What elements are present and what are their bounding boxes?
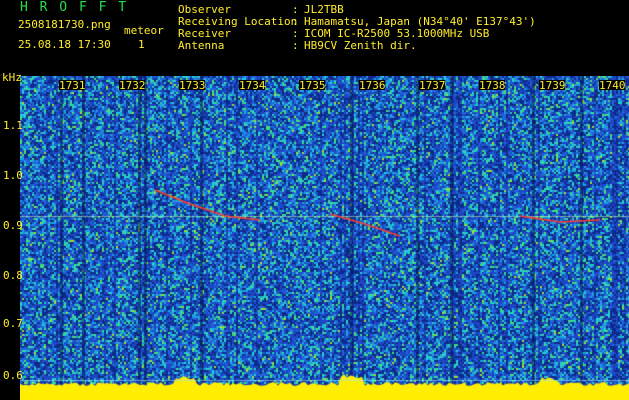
time-tick-label: 1732 [119, 79, 146, 92]
y-tick-label: 0.7 [3, 317, 23, 330]
y-tick-label: 0.9 [3, 219, 23, 232]
time-tick-label: 1735 [299, 79, 326, 92]
antenna-value: HB9CV Zenith dir. [304, 39, 417, 52]
y-axis-unit: kHz [2, 71, 22, 84]
time-tick-label: 1733 [179, 79, 206, 92]
event-type-label: meteor [124, 24, 164, 37]
time-tick-label: 1734 [239, 79, 266, 92]
app-brand: H R O F F T [20, 0, 129, 15]
capture-datetime: 25.08.18 17:30 [18, 38, 111, 51]
y-tick-label: 1.1 [3, 119, 23, 132]
time-tick-label: 1739 [539, 79, 566, 92]
spectrogram-canvas [20, 76, 629, 400]
time-tick-label: 1736 [359, 79, 386, 92]
y-tick-label: 1.0 [3, 169, 23, 182]
time-tick-label: 1738 [479, 79, 506, 92]
time-tick-label: 1740 [599, 79, 626, 92]
separator: : [292, 39, 299, 52]
antenna-label: Antenna [178, 39, 225, 52]
time-tick-label: 1731 [59, 79, 86, 92]
y-tick-label: 0.6 [3, 369, 23, 382]
y-tick-label: 0.8 [3, 269, 23, 282]
time-tick-label: 1737 [419, 79, 446, 92]
event-count: 1 [138, 38, 145, 51]
file-name: 2508181730.png [18, 18, 111, 31]
